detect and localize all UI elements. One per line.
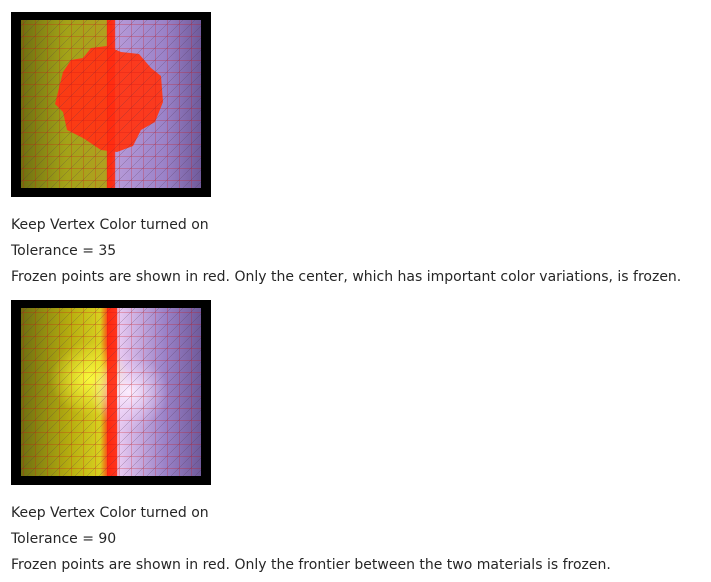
caption-vertex-color-1: Keep Vertex Color turned on	[11, 217, 209, 233]
caption-tolerance-1: Tolerance = 35	[11, 243, 117, 259]
caption-description-1: Frozen points are shown in red. Only the…	[11, 269, 682, 285]
caption-vertex-color-2: Keep Vertex Color turned on	[11, 505, 209, 521]
caption-description-2: Frozen points are shown in red. Only the…	[11, 557, 611, 573]
vertex-color-mesh-image-2	[11, 300, 211, 485]
mesh-render-2	[21, 308, 201, 476]
caption-tolerance-2: Tolerance = 90	[11, 531, 117, 547]
vertex-color-mesh-image-1	[11, 12, 211, 197]
mesh-render-1	[21, 20, 201, 188]
